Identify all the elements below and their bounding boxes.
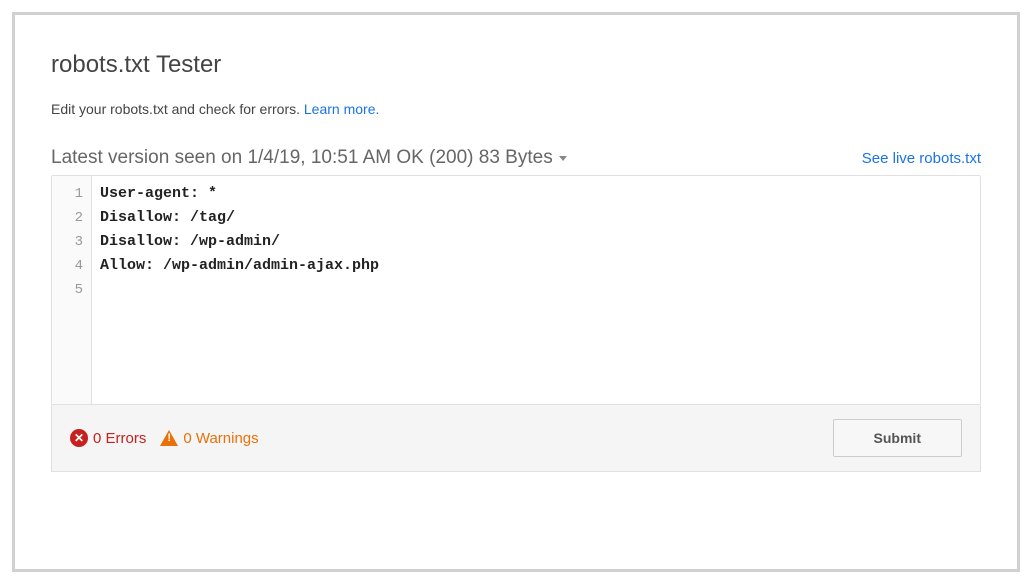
subtitle: Edit your robots.txt and check for error… xyxy=(51,101,981,117)
see-live-link[interactable]: See live robots.txt xyxy=(862,150,981,167)
code-area[interactable]: User-agent: * Disallow: /tag/ Disallow: … xyxy=(92,176,980,404)
version-dropdown[interactable]: Latest version seen on 1/4/19, 10:51 AM … xyxy=(51,147,567,169)
code-editor[interactable]: 1 2 3 4 5 User-agent: * Disallow: /tag/ … xyxy=(51,175,981,405)
line-number: 4 xyxy=(52,254,91,278)
code-line: Disallow: /wp-admin/ xyxy=(100,230,980,254)
version-label: Latest version seen on 1/4/19, 10:51 AM … xyxy=(51,147,553,169)
code-line: Disallow: /tag/ xyxy=(100,206,980,230)
warning-icon xyxy=(160,430,178,446)
line-gutter: 1 2 3 4 5 xyxy=(52,176,92,404)
status-bar: ✕ 0 Errors 0 Warnings Submit xyxy=(51,405,981,472)
chevron-down-icon xyxy=(559,156,567,161)
learn-more-link[interactable]: Learn more. xyxy=(304,101,379,117)
errors-status: ✕ 0 Errors xyxy=(70,429,146,447)
page-title: robots.txt Tester xyxy=(51,51,981,79)
line-number: 5 xyxy=(52,278,91,302)
line-number: 3 xyxy=(52,230,91,254)
errors-count: 0 Errors xyxy=(93,430,146,447)
warnings-count: 0 Warnings xyxy=(183,430,258,447)
subtitle-text: Edit your robots.txt and check for error… xyxy=(51,101,300,117)
code-line: Allow: /wp-admin/admin-ajax.php xyxy=(100,254,980,278)
line-number: 2 xyxy=(52,206,91,230)
status-group: ✕ 0 Errors 0 Warnings xyxy=(70,429,259,447)
tool-panel: robots.txt Tester Edit your robots.txt a… xyxy=(12,12,1020,572)
line-number: 1 xyxy=(52,182,91,206)
warnings-status: 0 Warnings xyxy=(160,430,258,447)
error-icon: ✕ xyxy=(70,429,88,447)
submit-button[interactable]: Submit xyxy=(833,419,962,457)
code-line: User-agent: * xyxy=(100,182,980,206)
